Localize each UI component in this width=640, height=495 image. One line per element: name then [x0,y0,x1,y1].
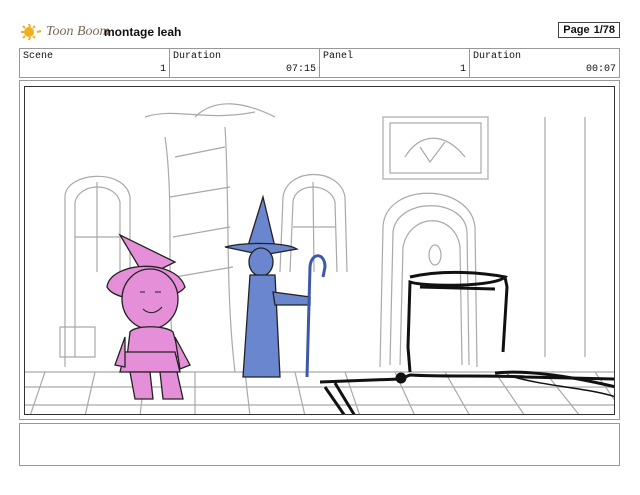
panel-notes-area[interactable] [19,423,620,466]
storyboard-info-row: Scene 1 Duration 07:15 Panel 1 Duration … [19,48,620,78]
panel-image[interactable] [24,86,615,415]
wall-painting [382,116,489,180]
scene-duration-label: Duration [173,51,222,62]
panel-value: 1 [459,64,466,75]
page-label: Page [563,24,590,36]
project-title: montage leah [104,25,182,39]
scene-value: 1 [159,64,166,75]
blue-wizard-character [224,194,311,378]
panel-duration-label: Duration [473,51,522,62]
page-indicator: Page 1/78 [558,22,620,38]
rough-stairs [319,373,614,414]
door-arch [379,192,478,368]
wizard-staff [305,254,327,378]
scene-duration-value: 07:15 [285,64,316,75]
scene-cell: Scene 1 [20,49,170,77]
tree-trunk [164,126,236,373]
logo-text: Toon Boom [46,24,110,39]
panel-duration-value: 00:07 [585,64,616,75]
panel-label: Panel [323,51,354,62]
scene-label: Scene [23,51,54,62]
page-value: 1/78 [593,24,615,36]
panel-cell: Panel 1 [320,49,470,77]
panel-duration-cell: Duration 00:07 [470,49,619,77]
storyboard-drawing [25,103,614,414]
sun-logo-icon [21,23,42,41]
scene-duration-cell: Duration 07:15 [170,49,320,77]
background-sketch [25,103,614,414]
